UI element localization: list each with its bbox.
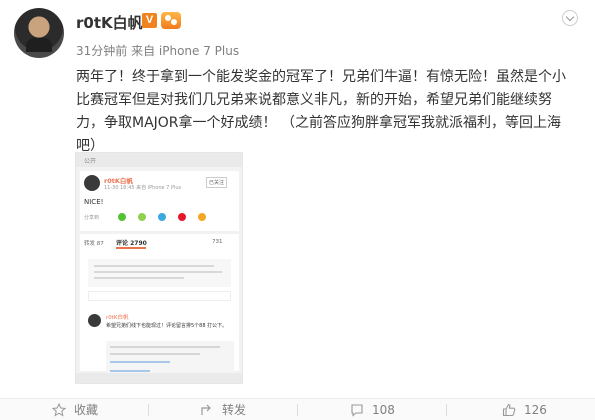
image-comment-input — [88, 291, 231, 301]
weibo-post: r0tK白帆 V 31分钟前 来自 iPhone 7 Plus 两年了！终于拿到… — [0, 0, 595, 420]
verified-badge-icon: V — [142, 13, 157, 28]
moments-icon — [138, 213, 146, 221]
favorite-label: 收藏 — [74, 403, 99, 417]
post-text-line: 比赛冠军但是对我们几兄弟来说都意义非凡，新的开始，希望兄弟们能继续努 — [76, 92, 552, 108]
image-status-bar — [76, 153, 242, 167]
image-post-card: r0tK白帆 11-30 16:45 来自 iPhone 7 Plus 已关注 … — [80, 171, 239, 381]
repost-icon — [201, 404, 211, 415]
repost-label: 转发 — [222, 403, 247, 417]
comment-count: 108 — [372, 403, 395, 417]
post-text: 两年了！终于拿到一个能发奖金的冠军了！兄弟们牛逼！有惊无险！虽然是个小 比赛冠军… — [76, 66, 576, 158]
like-count: 126 — [524, 403, 547, 417]
qq-icon — [158, 213, 166, 221]
wechat-icon — [118, 213, 126, 221]
image-hint-box — [88, 259, 231, 287]
avatar[interactable] — [14, 8, 64, 58]
post-text-line: 力，争取MAJOR拿一个好成绩！ （之前答应狗胖拿冠军我就派福利，等回上海 — [76, 115, 561, 131]
weibo-icon — [178, 213, 186, 221]
post-meta: 31分钟前 来自 iPhone 7 Plus — [76, 44, 240, 58]
action-separator — [148, 404, 149, 416]
image-follow-button: 已关注 — [206, 177, 228, 188]
image-content: NICE! — [84, 198, 104, 206]
image-comment-count: 评论 2790 — [116, 240, 147, 247]
comment-icon — [351, 404, 363, 417]
image-comment-name: r0tK白帆 — [106, 315, 129, 321]
image-share-label: 分享到 — [84, 215, 100, 221]
post-text-line: 两年了！终于拿到一个能发奖金的冠军了！兄弟们牛逼！有惊无险！虽然是个小 — [76, 69, 566, 85]
post-image[interactable]: 公开 r0tK白帆 11-30 16:45 来自 iPhone 7 Plus 已… — [75, 152, 243, 384]
image-comment-underline — [116, 247, 146, 249]
image-avatar — [84, 175, 100, 191]
image-divider — [80, 231, 239, 234]
image-public-label: 公开 — [84, 158, 97, 165]
action-separator — [446, 404, 447, 416]
image-like-count: 731 — [212, 239, 223, 245]
chevron-down-icon[interactable] — [562, 10, 578, 26]
username[interactable]: r0tK白帆 — [76, 12, 143, 33]
image-comment-text: 希望兄弟们线下也能现过！评论留言排5个88 打公下。 — [106, 323, 228, 329]
image-bottom-bar — [76, 373, 242, 383]
image-comment-avatar — [88, 314, 101, 327]
image-forward-count: 转发 87 — [84, 241, 104, 247]
image-meta: 11-30 16:45 来自 iPhone 7 Plus — [104, 185, 182, 191]
star-icon — [52, 403, 66, 417]
action-separator — [297, 404, 298, 416]
member-badge-icon[interactable] — [161, 12, 181, 29]
collection-icon — [198, 213, 206, 221]
thumbs-up-icon — [502, 403, 516, 417]
